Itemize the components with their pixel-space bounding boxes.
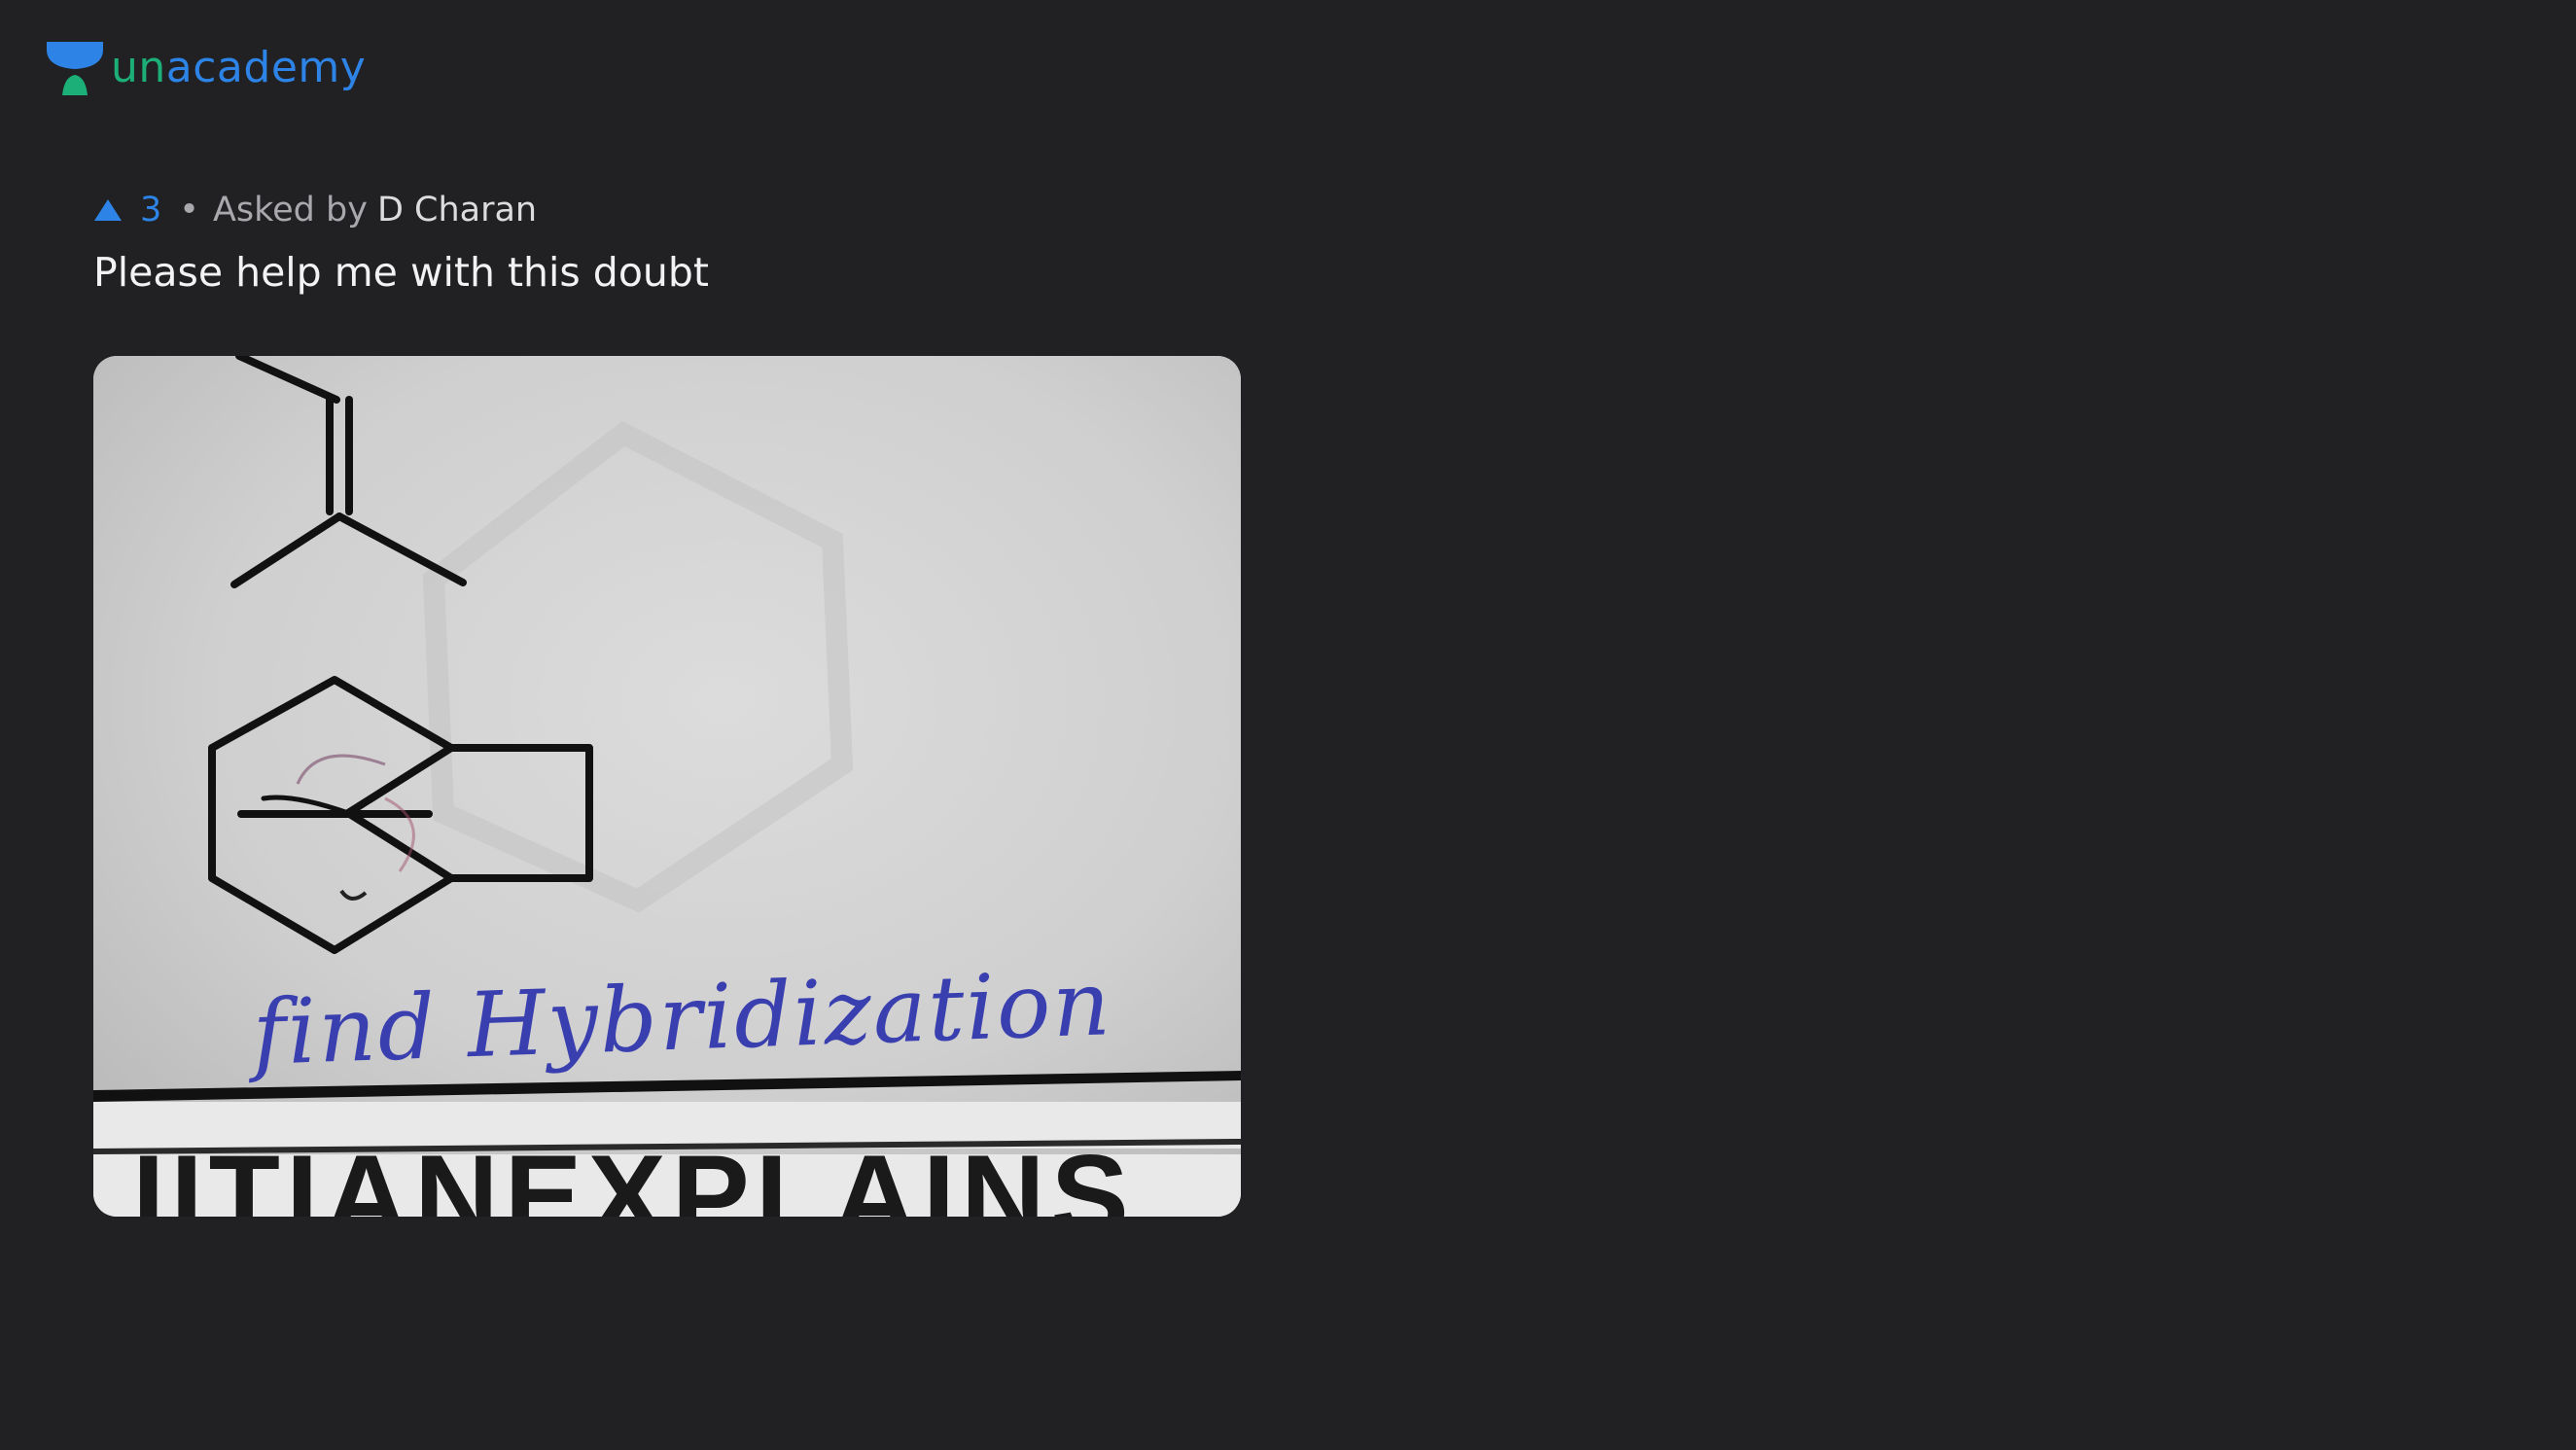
page: unacademy 3 • Asked by D Charan Please h… (0, 0, 2576, 1450)
upvote-button[interactable]: 3 (93, 191, 179, 230)
question-photo: find Hybridization IITIANEXPLAINS (93, 356, 1241, 1217)
unacademy-logo-icon (47, 42, 103, 95)
unacademy-logo[interactable]: unacademy (45, 39, 366, 97)
question-image[interactable]: find Hybridization IITIANEXPLAINS (93, 356, 1241, 1217)
brand-name: unacademy (111, 43, 367, 92)
asked-by-label: Asked by (212, 191, 368, 230)
question-meta: 3 • Asked by D Charan (93, 185, 537, 235)
printed-watermark: IITIANEXPLAINS (132, 1131, 1135, 1217)
author-name[interactable]: D Charan (377, 191, 537, 230)
meta-separator: • (179, 191, 199, 230)
upvote-count: 3 (140, 191, 162, 230)
question-text: Please help me with this doubt (93, 249, 709, 296)
triangle-up-icon (94, 199, 122, 221)
